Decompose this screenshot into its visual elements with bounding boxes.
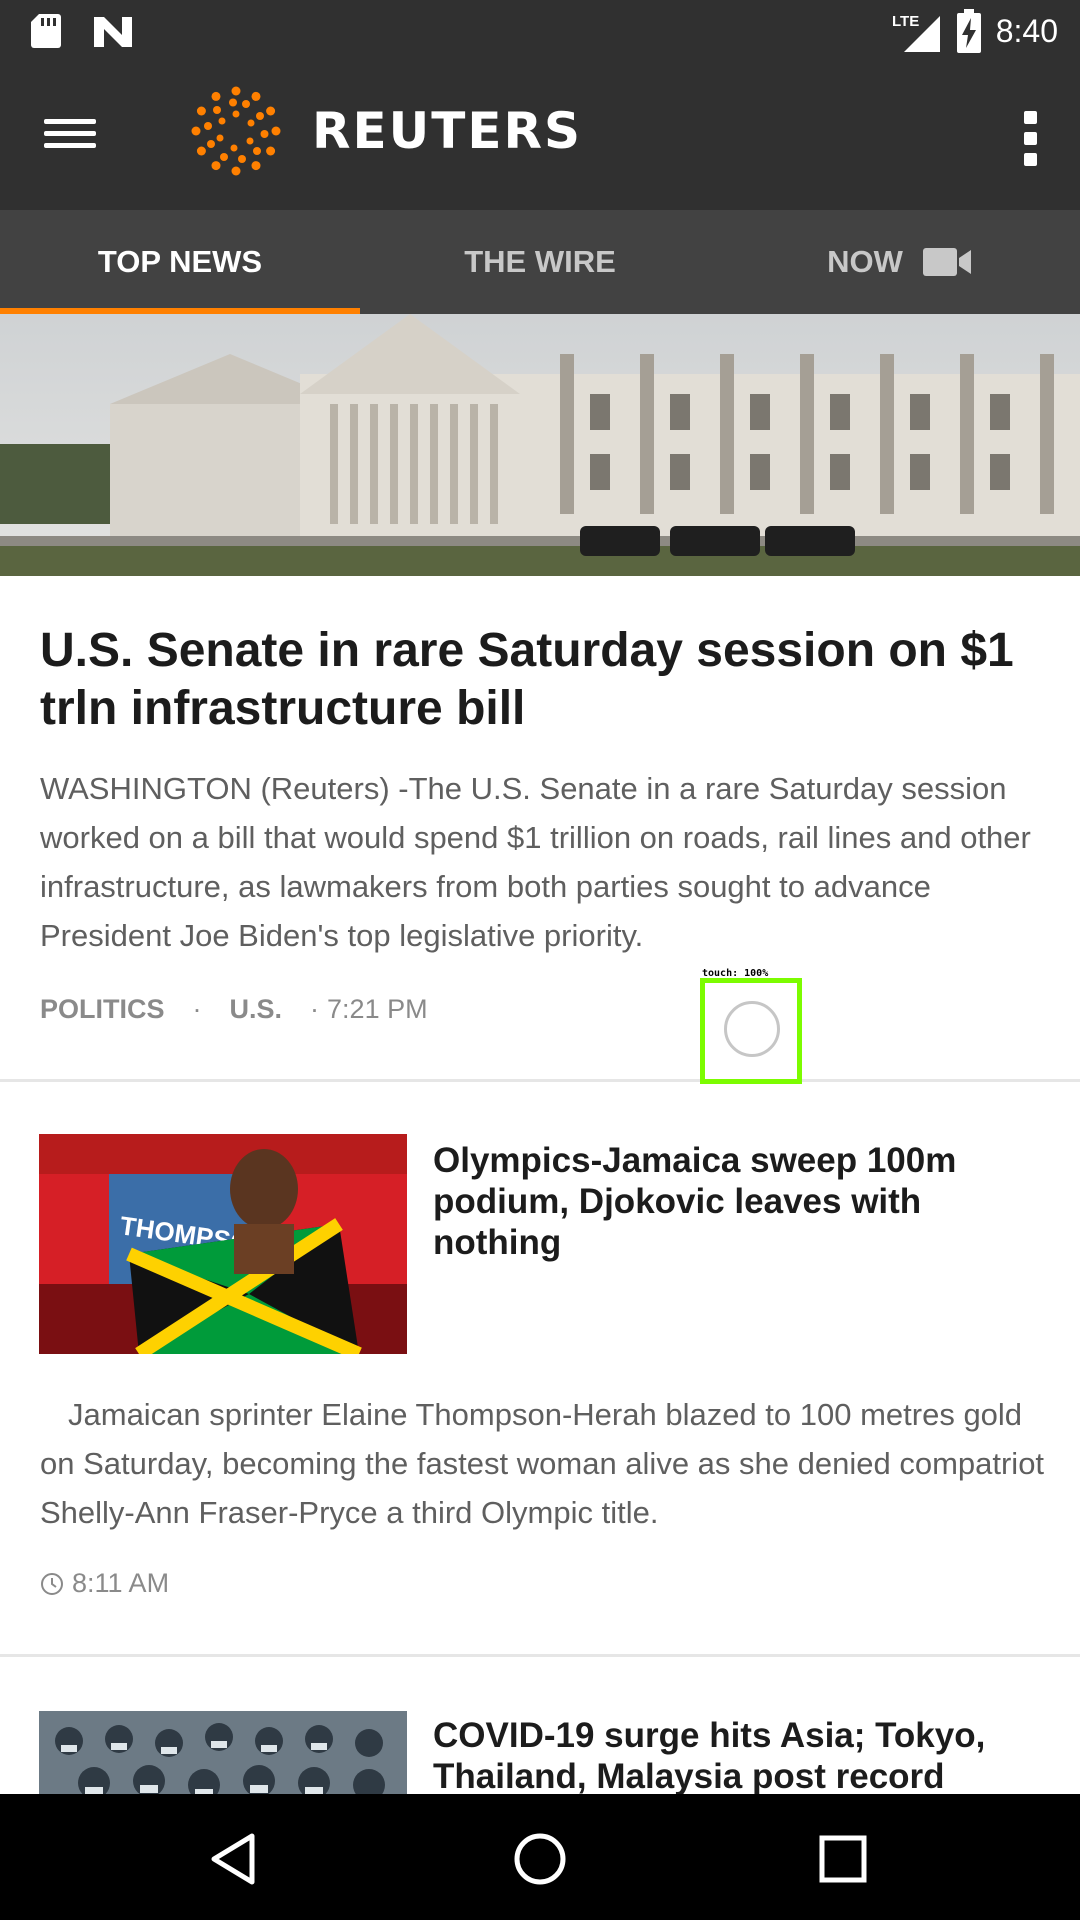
signal-icon: LTE [892, 13, 940, 52]
reuters-logo: REUTERS [188, 83, 582, 179]
story-headline[interactable]: U.S. Senate in rare Saturday session on … [40, 622, 1050, 738]
crowd-in-masks-photo[interactable] [39, 1711, 407, 1794]
tab-now[interactable]: NOW [720, 210, 1080, 314]
brand-name: REUTERS [312, 102, 583, 160]
hamburger-menu-icon[interactable] [44, 113, 98, 153]
story-timestamp: 7:21 PM [327, 994, 428, 1024]
story-card[interactable]: COVID-19 surge hits Asia; Tokyo, Thailan… [0, 1659, 1080, 1794]
clock-icon [41, 1572, 63, 1595]
video-camera-icon [922, 248, 971, 276]
battery-charging-icon [956, 9, 981, 53]
lead-story[interactable]: U.S. Senate in rare Saturday session on … [0, 576, 1080, 1081]
section-tabs: TOP NEWS THE WIRE NOW [0, 210, 1080, 314]
separator-dot: · [192, 994, 202, 1024]
touch-point [724, 1001, 780, 1057]
divider [0, 1654, 1080, 1657]
separator-dot: · [310, 994, 320, 1024]
category-us[interactable]: U.S. [230, 994, 283, 1025]
status-bar: LTE 8:40 [0, 0, 1080, 63]
capitol-building-photo[interactable] [0, 314, 1080, 576]
category-politics[interactable]: POLITICS [40, 994, 165, 1025]
sd-card-icon [31, 14, 61, 48]
clock: 8:40 [995, 12, 1058, 49]
story-summary: Jamaican sprinter Elaine Thompson-Herah … [40, 1397, 1045, 1530]
touch-indicator [700, 978, 802, 1084]
tab-top-news[interactable]: TOP NEWS [0, 210, 360, 314]
recents-icon[interactable] [808, 1824, 878, 1894]
story-headline[interactable]: Olympics-Jamaica sweep 100m podium, Djok… [433, 1140, 1043, 1263]
reuters-logo-icon [191, 86, 281, 176]
tab-label: NOW [827, 244, 903, 279]
story-meta: POLITICS · U.S. · 7:21 PM [40, 994, 428, 1025]
story-meta: 8:11 AM [40, 1568, 169, 1599]
navigation-bar [0, 1794, 1080, 1920]
story-card[interactable]: THOMPSON-H Olympics-Jamaica sweep 100m p… [0, 1084, 1080, 1656]
home-icon[interactable] [505, 1824, 575, 1894]
story-summary: WASHINGTON (Reuters) -The U.S. Senate in… [40, 771, 1031, 953]
story-timestamp: 8:11 AM [72, 1568, 170, 1598]
sprinter-with-jamaican-flag-photo[interactable]: THOMPSON-H [39, 1134, 407, 1354]
n-notification-icon [94, 17, 132, 47]
tab-label: THE WIRE [464, 244, 616, 279]
back-icon[interactable] [200, 1824, 270, 1894]
story-headline[interactable]: COVID-19 surge hits Asia; Tokyo, Thailan… [433, 1715, 1053, 1794]
app-bar: REUTERS [0, 63, 1080, 210]
more-vert-icon[interactable] [1018, 111, 1042, 167]
divider [0, 1079, 1080, 1082]
tab-label: TOP NEWS [97, 244, 263, 279]
svg-text:LTE: LTE [892, 13, 919, 30]
tab-the-wire[interactable]: THE WIRE [360, 210, 720, 314]
